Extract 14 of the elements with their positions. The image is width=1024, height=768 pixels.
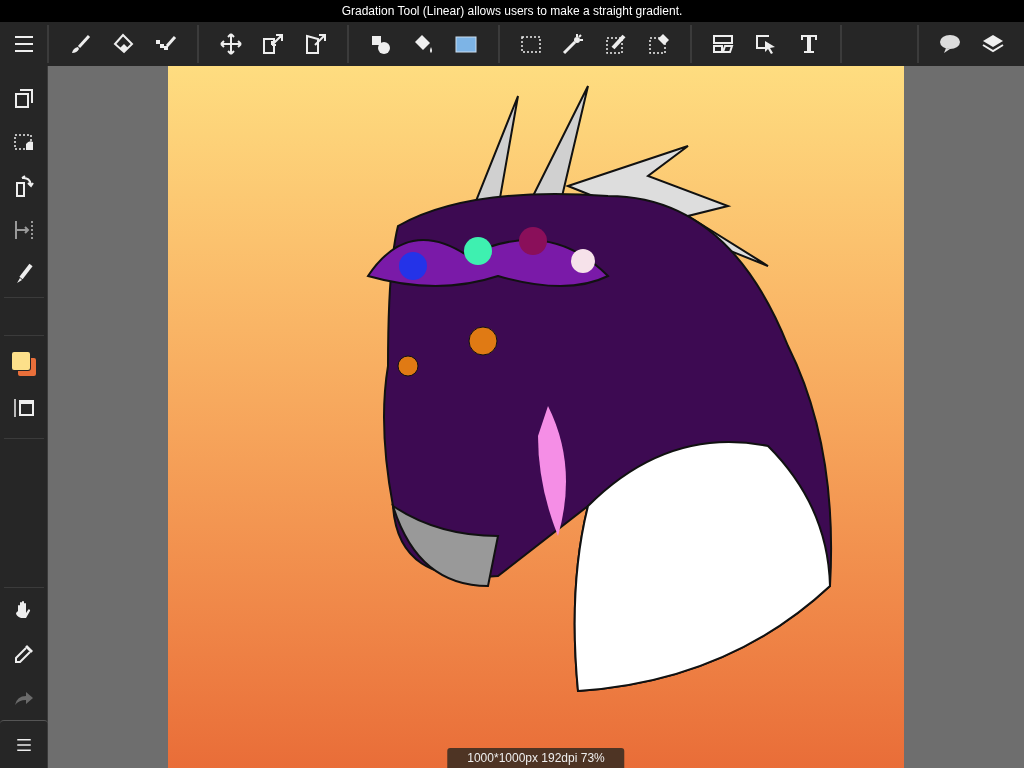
speech-balloon-icon[interactable] (938, 32, 963, 56)
primary-color-swatch[interactable] (11, 352, 30, 370)
selection-eraser-tool-icon[interactable] (646, 32, 671, 56)
canvas[interactable] (168, 66, 904, 768)
panel-layout-icon[interactable] (711, 32, 736, 56)
mesh-transform-tool-icon[interactable] (304, 32, 329, 56)
move-tool-icon[interactable] (218, 32, 243, 56)
canvas-frame-icon[interactable] (11, 396, 36, 420)
tooltip-text: Gradation Tool (Linear) allows users to make a straight gradient. (341, 3, 683, 20)
canvas-info-label: 1000*1000px 192dpi 73% (447, 748, 625, 768)
secondary-color-swatch[interactable] (17, 358, 36, 376)
transform-tool-icon[interactable] (261, 32, 286, 56)
magic-wand-tool-icon[interactable] (561, 32, 586, 56)
eraser-tool-icon[interactable] (111, 32, 136, 56)
